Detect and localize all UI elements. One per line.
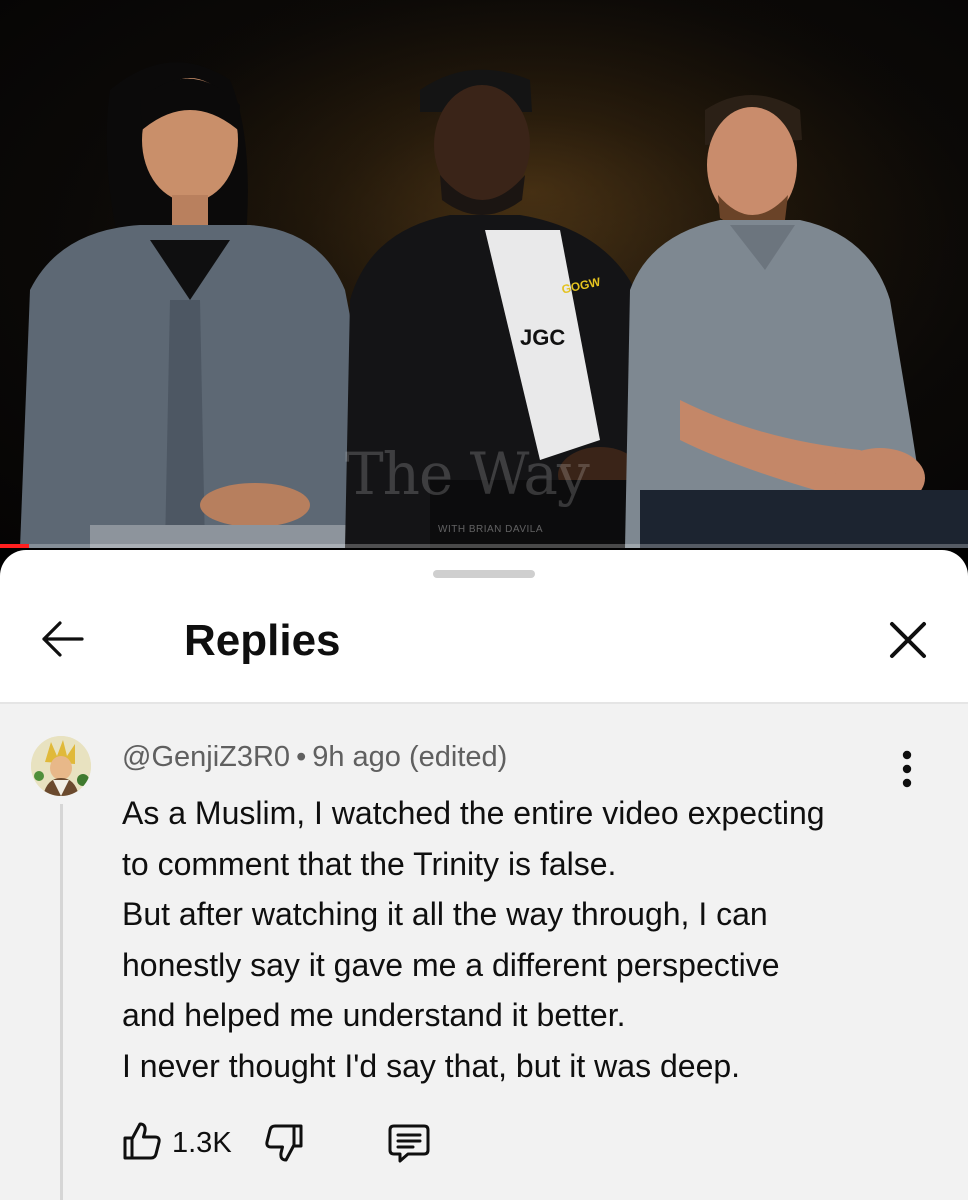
thumbs-down-icon [265,1124,303,1162]
replies-sheet: Replies @GenjiZ3R0 • 9h ago (edited) As … [0,550,968,1200]
avatar-image [31,736,91,796]
comment: @GenjiZ3R0 • 9h ago (edited) As a Muslim, … [0,704,968,1200]
back-button[interactable] [34,614,90,664]
comment-line: I never thought I'd say that, but it was… [122,1047,741,1084]
thumbs-up-icon [123,1122,161,1160]
more-vertical-icon [902,750,912,788]
video-player[interactable]: JGC GOGW The Way WITH BRIAN DAVILA [0,0,968,548]
video-progress-fill [0,544,30,548]
more-options-button[interactable] [888,744,926,794]
video-progress-bar[interactable] [0,544,968,548]
comment-icon [388,1124,430,1163]
comment-line: But after watching it all the way throug… [122,896,768,932]
comment-actions: 1.3K [118,1116,518,1166]
close-button[interactable] [880,614,936,666]
drag-handle[interactable] [433,570,535,578]
comment-author[interactable]: @GenjiZ3R0 [122,741,290,773]
dislike-button[interactable] [260,1120,308,1166]
watermark-title: The Way [345,440,590,508]
comment-time: 9h ago (edited) [312,741,508,773]
arrow-left-icon [42,621,84,657]
comment-line: honestly say it gave me a different pers… [122,946,780,983]
reply-button[interactable] [384,1120,434,1166]
comment-line: and helped me understand it better. [122,997,626,1033]
comment-meta: @GenjiZ3R0 • 9h ago (edited) [122,740,507,774]
avatar[interactable] [31,736,91,796]
shirt-print-jgc: JGC [520,325,565,350]
comment-line: As a Muslim, I watched the entire video … [122,795,825,831]
comment-line: to comment that the Trinity is false. [122,845,617,882]
like-button[interactable] [118,1118,166,1164]
sheet-header: Replies [0,590,968,704]
thread-line [60,804,63,1200]
comment-text: As a Muslim, I watched the entire video … [122,788,902,1091]
meta-separator: • [296,741,307,773]
close-icon [890,622,926,658]
watermark-subtitle: WITH BRIAN DAVILA [438,524,543,535]
like-count: 1.3K [172,1127,232,1159]
sheet-title: Replies [184,616,341,665]
